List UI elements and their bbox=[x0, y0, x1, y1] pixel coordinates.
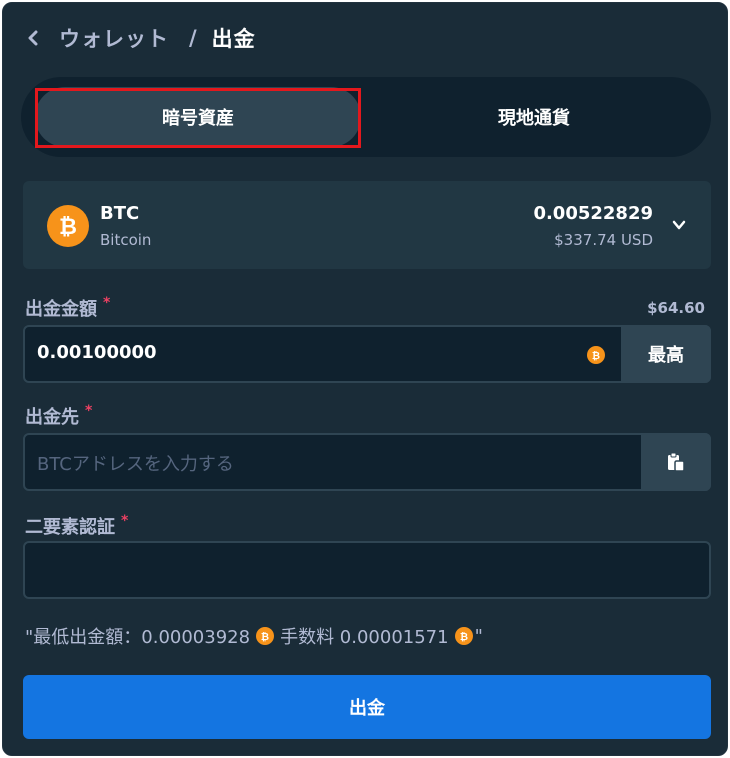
tab-crypto[interactable]: 暗号資産 bbox=[35, 87, 361, 147]
amount-input[interactable]: 0.00100000 ₿ 最高 bbox=[23, 325, 711, 383]
required-marker: * bbox=[85, 403, 93, 419]
chevron-down-icon bbox=[672, 220, 686, 230]
twofa-input[interactable] bbox=[23, 541, 711, 599]
tab-local-currency[interactable]: 現地通貨 bbox=[369, 87, 699, 147]
withdraw-panel: ウォレット / 出金 暗号資産 現地通貨 ₿ BTC Bitcoin 0.005… bbox=[2, 2, 728, 756]
svg-text:₿: ₿ bbox=[261, 631, 269, 643]
amount-usd-value: $64.60 bbox=[647, 299, 705, 317]
paste-button[interactable] bbox=[641, 433, 711, 491]
breadcrumb-separator: / bbox=[189, 26, 198, 50]
breadcrumb-wallet-link[interactable]: ウォレット bbox=[59, 23, 169, 53]
svg-text:₿: ₿ bbox=[592, 350, 600, 362]
address-input[interactable]: BTCアドレスを入力する bbox=[23, 433, 711, 491]
currency-code: BTC bbox=[100, 203, 140, 224]
fee-text: 手数料 0.00001571 bbox=[280, 627, 449, 648]
twofa-label-text: 二要素認証 bbox=[25, 517, 115, 538]
bitcoin-icon: ₿ bbox=[454, 627, 473, 645]
address-input-placeholder[interactable]: BTCアドレスを入力する bbox=[37, 450, 234, 476]
currency-balance: 0.00522829 bbox=[533, 203, 653, 224]
address-label-text: 出金先 bbox=[25, 407, 79, 428]
svg-text:₿: ₿ bbox=[460, 631, 468, 643]
address-label: 出金先 * bbox=[25, 403, 92, 429]
amount-label: 出金金額 * bbox=[25, 295, 110, 321]
svg-text:₿: ₿ bbox=[59, 215, 77, 240]
withdraw-button[interactable]: 出金 bbox=[23, 675, 711, 739]
bitcoin-icon: ₿ bbox=[256, 627, 275, 645]
currency-balance-usd: $337.74 USD bbox=[554, 231, 653, 249]
clipboard-icon bbox=[668, 452, 685, 472]
max-amount-button[interactable]: 最高 bbox=[621, 325, 711, 383]
amount-input-value[interactable]: 0.00100000 bbox=[37, 342, 157, 363]
bitcoin-icon: ₿ bbox=[587, 346, 605, 364]
currency-type-tabs: 暗号資産 現地通貨 bbox=[21, 77, 711, 157]
page-title: 出金 bbox=[211, 27, 256, 51]
currency-selector[interactable]: ₿ BTC Bitcoin 0.00522829 $337.74 USD bbox=[23, 181, 711, 269]
required-marker: * bbox=[121, 513, 129, 529]
twofa-label: 二要素認証 * bbox=[25, 513, 128, 539]
fee-suffix: " bbox=[474, 625, 483, 647]
breadcrumb: ウォレット / 出金 bbox=[27, 25, 256, 51]
fee-info: "最低出金額：0.00003928 ₿ 手数料 0.00001571 ₿ " bbox=[25, 623, 483, 649]
bitcoin-icon: ₿ bbox=[47, 205, 89, 247]
min-withdraw-text: "最低出金額：0.00003928 bbox=[25, 627, 251, 648]
back-chevron-icon[interactable] bbox=[27, 25, 39, 51]
amount-label-text: 出金金額 bbox=[25, 299, 97, 320]
required-marker: * bbox=[103, 295, 111, 311]
currency-name: Bitcoin bbox=[100, 231, 152, 249]
